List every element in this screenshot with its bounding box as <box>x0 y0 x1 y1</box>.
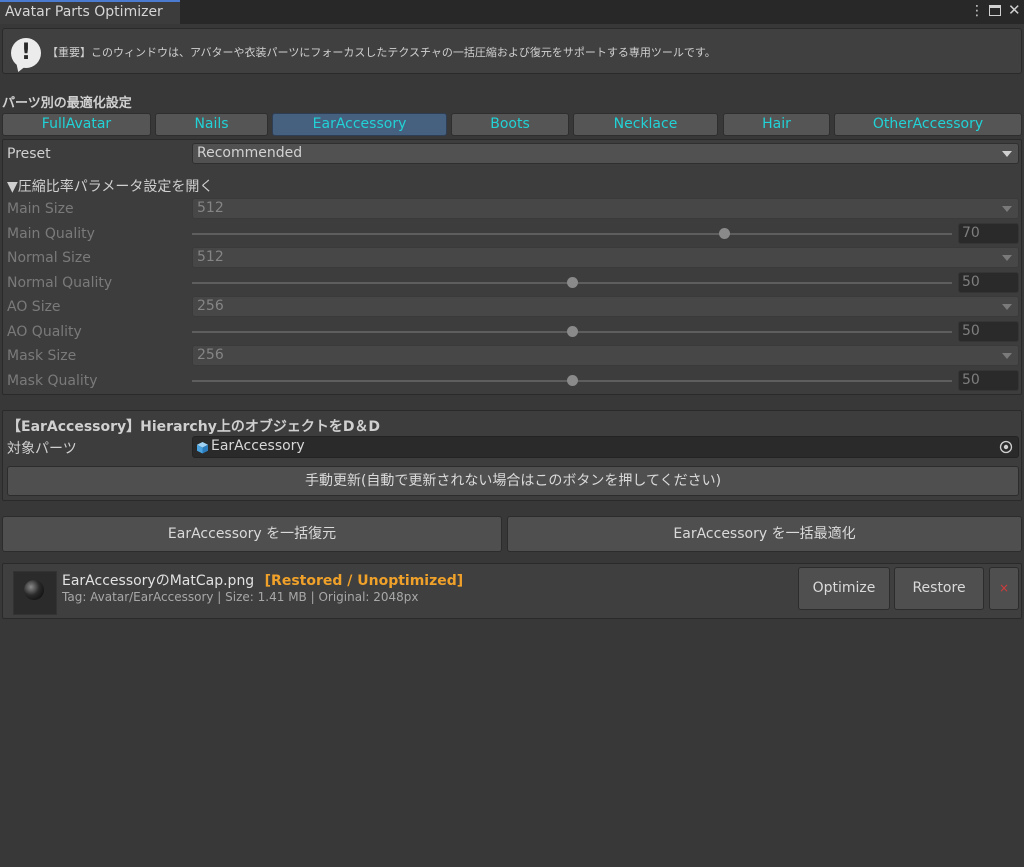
main-quality-field: 70 <box>958 223 1019 244</box>
status-badge: [Restored / Unoptimized] <box>264 573 464 589</box>
close-icon[interactable]: ✕ <box>1008 1 1021 19</box>
normal-quality-field: 50 <box>958 272 1019 293</box>
ao-size-label: AO Size <box>7 299 61 315</box>
preset-dropdown[interactable]: Recommended <box>192 143 1019 164</box>
main-quality-slider-track <box>192 233 952 235</box>
mask-size-value: 256 <box>197 347 224 363</box>
preset-value: Recommended <box>197 145 303 161</box>
main-size-label: Main Size <box>7 201 74 217</box>
main-quality-label: Main Quality <box>7 226 95 242</box>
object-section-title: 【EarAccessory】Hierarchy上のオブジェクトをD＆D <box>7 419 381 435</box>
texture-title-line: EarAccessoryのMatCap.png [Restored / Unop… <box>62 570 463 590</box>
tab-boots[interactable]: Boots <box>451 113 569 136</box>
ao-quality-field: 50 <box>958 321 1019 342</box>
normal-quality-slider-knob <box>566 277 578 288</box>
kebab-menu-icon[interactable]: ⋮ <box>970 3 984 19</box>
ao-quality-slider-knob <box>566 326 578 337</box>
window-title: Avatar Parts Optimizer <box>5 4 163 20</box>
gameobject-cube-icon <box>197 442 208 454</box>
chevron-down-icon <box>1002 255 1012 261</box>
target-object-value: EarAccessory <box>211 438 305 454</box>
maximize-icon[interactable] <box>989 5 1001 16</box>
target-object-field[interactable]: EarAccessory <box>192 436 1019 458</box>
matcap-preview <box>24 580 44 600</box>
optimize-all-button[interactable]: EarAccessory を一括最適化 <box>507 516 1022 552</box>
chevron-down-icon <box>1002 151 1012 157</box>
mask-size-dropdown: 256 <box>192 345 1019 366</box>
mask-size-label: Mask Size <box>7 348 77 364</box>
tab-nails[interactable]: Nails <box>155 113 268 136</box>
ao-size-value: 256 <box>197 298 224 314</box>
tab-fullavatar[interactable]: FullAvatar <box>2 113 151 136</box>
help-text: 【重要】このウィンドウは、アバターや衣装パーツにフォーカスしたテクスチャの一括圧… <box>47 46 716 59</box>
normal-quality-label: Normal Quality <box>7 275 113 291</box>
preset-label: Preset <box>7 146 51 162</box>
mask-quality-label: Mask Quality <box>7 373 98 389</box>
mask-quality-slider-knob <box>566 375 578 386</box>
ao-quality-label: AO Quality <box>7 324 82 340</box>
texture-row: EarAccessoryのMatCap.png [Restored / Unop… <box>2 563 1022 619</box>
mask-quality-field: 50 <box>958 370 1019 391</box>
tab-necklace[interactable]: Necklace <box>573 113 718 136</box>
normal-size-label: Normal Size <box>7 250 91 266</box>
tab-otheraccessory[interactable]: OtherAccessory <box>834 113 1022 136</box>
restore-button[interactable]: Restore <box>894 567 984 610</box>
target-parts-label: 対象パーツ <box>7 441 77 457</box>
texture-meta: Tag: Avatar/EarAccessory | Size: 1.41 MB… <box>62 590 419 604</box>
texture-thumbnail <box>13 571 57 615</box>
object-picker-icon[interactable] <box>999 440 1013 454</box>
delete-button[interactable]: × <box>989 567 1019 610</box>
main-quality-slider-knob <box>718 228 730 239</box>
texture-filename: EarAccessoryのMatCap.png <box>62 573 255 589</box>
restore-all-button[interactable]: EarAccessory を一括復元 <box>2 516 502 552</box>
help-box: ! 【重要】このウィンドウは、アバターや衣装パーツにフォーカスしたテクスチャの一… <box>2 28 1022 74</box>
normal-size-value: 512 <box>197 249 224 265</box>
main-size-value: 512 <box>197 200 224 216</box>
tab-earaccessory[interactable]: EarAccessory <box>272 113 447 136</box>
chevron-down-icon <box>1002 304 1012 310</box>
main-size-dropdown: 512 <box>192 198 1019 219</box>
tab-hair[interactable]: Hair <box>723 113 830 136</box>
chevron-down-icon <box>1002 353 1012 359</box>
exclamation-bubble-icon: ! <box>11 38 41 68</box>
ao-size-dropdown: 256 <box>192 296 1019 317</box>
compression-foldout[interactable]: ▼圧縮比率パラメータ設定を開く <box>7 176 213 196</box>
optimize-button[interactable]: Optimize <box>798 567 890 610</box>
chevron-down-icon <box>1002 206 1012 212</box>
section-title: パーツ別の最適化設定 <box>2 96 132 111</box>
normal-size-dropdown: 512 <box>192 247 1019 268</box>
manual-refresh-button[interactable]: 手動更新(自動で更新されない場合はこのボタンを押してください) <box>7 466 1019 496</box>
window-tab[interactable]: Avatar Parts Optimizer <box>0 0 180 24</box>
